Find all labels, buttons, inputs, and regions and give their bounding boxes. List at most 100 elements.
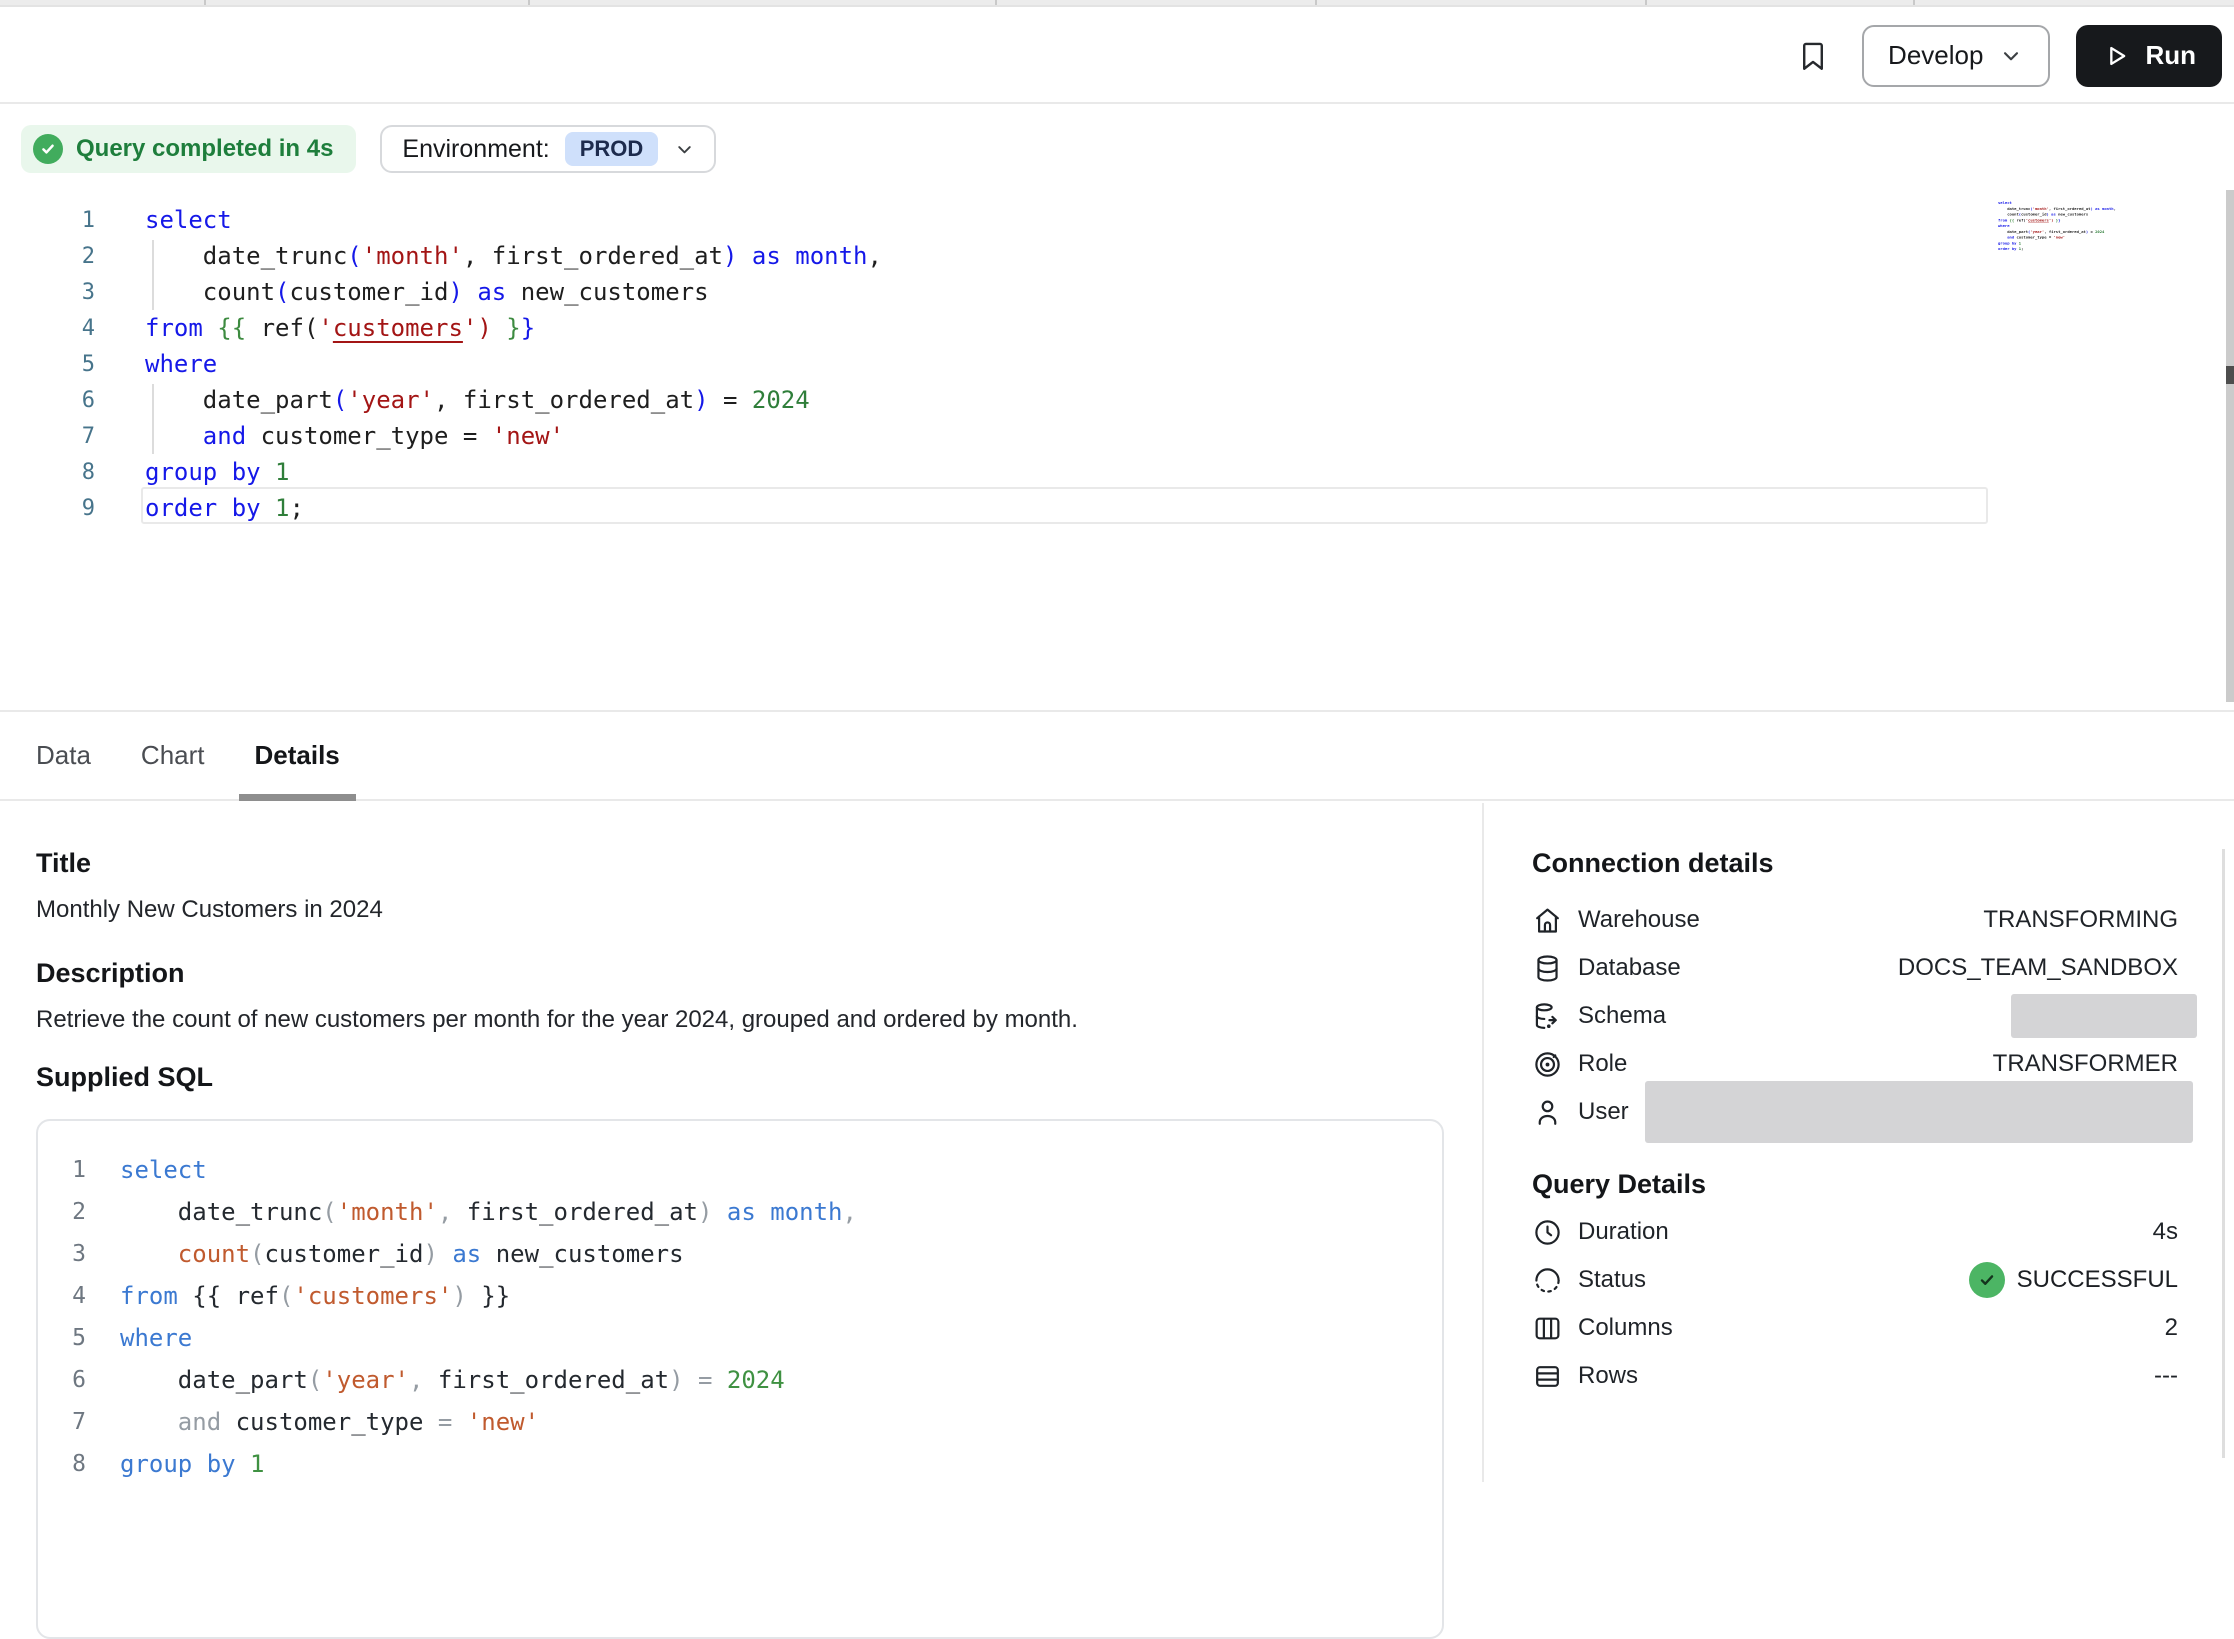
tab-separator bbox=[204, 0, 206, 5]
database-icon bbox=[1532, 953, 1563, 984]
query-details-heading: Query Details bbox=[1532, 1168, 2178, 1200]
chevron-down-icon bbox=[1998, 43, 2024, 69]
code-line[interactable]: 9order by 1; bbox=[0, 490, 882, 526]
duration-row: Duration 4s bbox=[1532, 1208, 2178, 1256]
line-number: 1 bbox=[38, 1157, 86, 1183]
connection-details-panel: Connection details Warehouse TRANSFORMIN… bbox=[1482, 803, 2234, 1482]
warehouse-value: TRANSFORMING bbox=[1983, 906, 2178, 934]
editor-scrollbar[interactable] bbox=[2226, 190, 2234, 702]
line-number: 1 bbox=[0, 208, 95, 233]
line-number: 3 bbox=[0, 280, 95, 305]
code-line[interactable]: 8group by 1 bbox=[0, 454, 882, 490]
description-heading: Description bbox=[36, 957, 1482, 989]
duration-label: Duration bbox=[1578, 1218, 1669, 1246]
editor-code: 1select2 date_trunc('month', first_order… bbox=[0, 202, 882, 526]
user-label: User bbox=[1578, 1098, 1629, 1126]
user-value-redacted bbox=[1645, 1081, 2193, 1143]
line-number: 6 bbox=[38, 1367, 86, 1393]
code-line: 1select bbox=[38, 1149, 1442, 1191]
details-content: Title Monthly New Customers in 2024 Desc… bbox=[0, 803, 2234, 1482]
check-circle-icon bbox=[33, 134, 63, 164]
rows-icon bbox=[1532, 1361, 1563, 1392]
duration-value: 4s bbox=[2153, 1218, 2178, 1246]
results-tab-bar: Data Chart Details bbox=[0, 710, 2234, 801]
bookmark-button[interactable] bbox=[1790, 33, 1836, 79]
line-number: 5 bbox=[0, 352, 95, 377]
run-button[interactable]: Run bbox=[2076, 25, 2222, 87]
line-number: 4 bbox=[38, 1283, 86, 1309]
query-details-rows: Duration 4s Status SUCCESSFUL bbox=[1532, 1208, 2178, 1400]
develop-label: Develop bbox=[1888, 40, 1983, 71]
tab-separator bbox=[1645, 0, 1647, 5]
rows-label: Rows bbox=[1578, 1362, 1638, 1390]
status-text: SUCCESSFUL bbox=[2017, 1266, 2178, 1294]
line-number: 2 bbox=[0, 244, 95, 269]
environment-dropdown[interactable]: Environment: PROD bbox=[380, 125, 716, 173]
columns-icon bbox=[1532, 1313, 1563, 1344]
code-line[interactable]: 3 count(customer_id) as new_customers bbox=[0, 274, 882, 310]
line-number: 7 bbox=[38, 1409, 86, 1435]
columns-row: Columns 2 bbox=[1532, 1304, 2178, 1352]
code-line[interactable]: 2 date_trunc('month', first_ordered_at) … bbox=[0, 238, 882, 274]
code-line[interactable]: 7 and customer_type = 'new' bbox=[0, 418, 882, 454]
connection-rows: Warehouse TRANSFORMING Database DOCS_TEA… bbox=[1532, 896, 2178, 1136]
status-row: Status SUCCESSFUL bbox=[1532, 1256, 2178, 1304]
code-line: 6 date_part('year', first_ordered_at) = … bbox=[38, 1359, 1442, 1401]
chevron-down-icon bbox=[673, 138, 696, 161]
status-spinner-icon bbox=[1532, 1265, 1563, 1296]
code-line[interactable]: 4from {{ ref('customers') }} bbox=[0, 310, 882, 346]
line-number: 7 bbox=[0, 424, 95, 449]
tab-details[interactable]: Details bbox=[255, 712, 340, 799]
line-number: 9 bbox=[0, 496, 95, 521]
line-number: 5 bbox=[38, 1325, 86, 1351]
connection-details-heading: Connection details bbox=[1532, 847, 2178, 879]
code-line: order by 1; bbox=[1998, 246, 2234, 252]
code-line: 3 count(customer_id) as new_customers bbox=[38, 1233, 1442, 1275]
scrollbar-thumb[interactable] bbox=[2226, 366, 2234, 384]
line-number: 6 bbox=[0, 388, 95, 413]
supplied-sql-code-block: 1select2 date_trunc('month', first_order… bbox=[36, 1119, 1444, 1639]
minimap[interactable]: select date_trunc('month', first_ordered… bbox=[1998, 200, 2234, 252]
role-icon bbox=[1532, 1049, 1563, 1080]
header-toolbar: Develop Run bbox=[0, 9, 2234, 104]
role-label: Role bbox=[1578, 1050, 1627, 1078]
supplied-sql-heading: Supplied SQL bbox=[36, 1061, 1482, 1093]
database-row: Database DOCS_TEAM_SANDBOX bbox=[1532, 944, 2178, 992]
columns-label: Columns bbox=[1578, 1314, 1673, 1342]
rows-row: Rows --- bbox=[1532, 1352, 2178, 1400]
line-number: 8 bbox=[38, 1451, 86, 1477]
environment-label: Environment: bbox=[402, 135, 549, 164]
database-label: Database bbox=[1578, 954, 1681, 982]
user-icon bbox=[1532, 1097, 1563, 1128]
line-number: 3 bbox=[38, 1241, 86, 1267]
warehouse-icon bbox=[1532, 905, 1563, 936]
role-value: TRANSFORMER bbox=[1993, 1050, 2178, 1078]
columns-value: 2 bbox=[2165, 1314, 2178, 1342]
cutoff-tab-strip bbox=[0, 0, 2234, 7]
status-bar: Query completed in 4s Environment: PROD bbox=[21, 125, 716, 173]
tab-chart[interactable]: Chart bbox=[141, 712, 205, 799]
code-line[interactable]: 5where bbox=[0, 346, 882, 382]
line-number: 2 bbox=[38, 1199, 86, 1225]
tab-separator bbox=[1913, 0, 1915, 5]
code-line[interactable]: 6 date_part('year', first_ordered_at) = … bbox=[0, 382, 882, 418]
code-line: 5where bbox=[38, 1317, 1442, 1359]
query-status-badge: Query completed in 4s bbox=[21, 125, 356, 173]
title-value: Monthly New Customers in 2024 bbox=[36, 895, 1482, 925]
tab-data[interactable]: Data bbox=[36, 712, 91, 799]
code-line: 2 date_trunc('month', first_ordered_at) … bbox=[38, 1191, 1442, 1233]
schema-value-redacted bbox=[2011, 994, 2197, 1038]
description-value: Retrieve the count of new customers per … bbox=[36, 1005, 1482, 1035]
code-line: 8group by 1 bbox=[38, 1443, 1442, 1485]
develop-dropdown-button[interactable]: Develop bbox=[1862, 25, 2050, 87]
bookmark-icon bbox=[1796, 39, 1830, 73]
warehouse-label: Warehouse bbox=[1578, 906, 1700, 934]
duration-clock-icon bbox=[1532, 1217, 1563, 1248]
status-label: Status bbox=[1578, 1266, 1646, 1294]
environment-value-pill: PROD bbox=[565, 132, 659, 166]
tab-separator bbox=[995, 0, 997, 5]
panel-scrollbar[interactable] bbox=[2222, 849, 2225, 1458]
schema-row: Schema bbox=[1532, 992, 2178, 1040]
line-number: 8 bbox=[0, 460, 95, 485]
code-line[interactable]: 1select bbox=[0, 202, 882, 238]
